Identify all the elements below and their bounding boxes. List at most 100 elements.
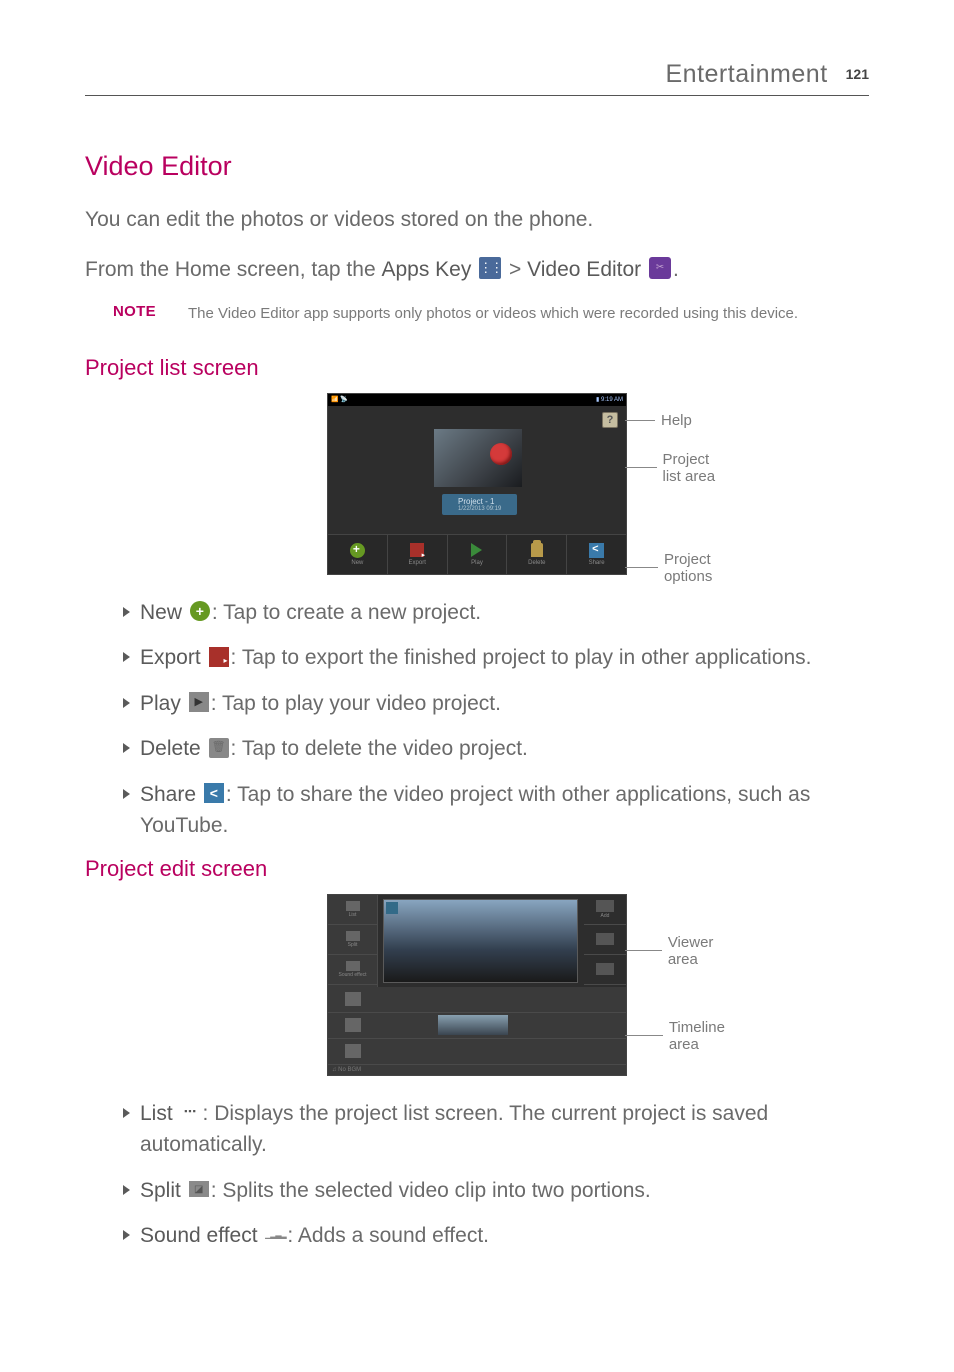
timeline-area: ♫ No BGM [328, 987, 626, 1075]
toolbar-share-label: Share [589, 560, 605, 566]
project-list-diagram: 📶 📡 ▮ 9:19 AM ? Project - 1 1/22/2013 09… [85, 393, 869, 575]
bullet-export-lead: Export [140, 646, 201, 669]
bullet-marker-icon [123, 743, 130, 753]
rside-add[interactable]: Add [584, 895, 626, 925]
timeline-track-icon [345, 1018, 361, 1032]
bullet-export-body: : Tap to export the finished project to … [231, 646, 812, 669]
split-icon [189, 1181, 209, 1197]
bullet-new: New : Tap to create a new project. [123, 597, 869, 629]
toolbar-new-label: New [351, 560, 363, 566]
new-icon [190, 601, 210, 621]
toolbar-export-label: Export [409, 560, 426, 566]
share-icon [204, 783, 224, 803]
bullet-marker-icon [123, 607, 130, 617]
delete-icon [209, 738, 229, 758]
toolbar-play-label: Play [471, 560, 483, 566]
bullet-list-body: : Displays the project list screen. The … [140, 1102, 768, 1157]
bullet-export: Export : Tap to export the finished proj… [123, 642, 869, 674]
bullet-marker-icon [123, 1185, 130, 1195]
sound-icon [265, 1227, 285, 1243]
timeline-row[interactable] [328, 987, 626, 1013]
rside-add-label: Add [601, 913, 610, 919]
toolbar-new[interactable]: New [328, 535, 388, 574]
bullet-marker-icon [123, 652, 130, 662]
export-icon [410, 543, 424, 557]
bullet-split-body: : Splits the selected video clip into tw… [211, 1179, 651, 1202]
project-edit-screenshot: List Split Sound effect Add ♫ No BGM [327, 894, 627, 1076]
project-date: 1/22/2013 09:19 [458, 506, 501, 512]
project-name: Project - 1 [458, 497, 494, 506]
timeline-clip[interactable] [438, 1015, 508, 1035]
page-number: 121 [846, 66, 869, 82]
toolbar-delete[interactable]: Delete [507, 535, 567, 574]
bullet-new-lead: New [140, 601, 182, 624]
rside-item2[interactable] [584, 925, 626, 955]
side-list[interactable]: List [328, 895, 377, 925]
project-edit-bullets: List : Displays the project list screen.… [85, 1098, 869, 1252]
bullet-sound: Sound effect : Adds a sound effect. [123, 1220, 869, 1252]
help-button[interactable]: ? [602, 412, 618, 428]
note-body: The Video Editor app supports only photo… [188, 303, 798, 325]
section-title: Entertainment [666, 60, 828, 89]
timeline-row[interactable] [328, 1013, 626, 1039]
bullet-delete-lead: Delete [140, 737, 201, 760]
status-right: ▮ 9:19 AM [596, 396, 623, 403]
bullet-list-lead: List [140, 1102, 173, 1125]
project-thumbnail[interactable] [434, 429, 522, 487]
bullet-play: Play : Tap to play your video project. [123, 688, 869, 720]
bullet-list: List : Displays the project list screen.… [123, 1098, 869, 1161]
callout-timeline-label: Timeline area [669, 1019, 737, 1053]
toolbar-play[interactable]: Play [448, 535, 508, 574]
section-heading-project-edit: Project edit screen [85, 856, 869, 882]
status-bar: 📶 📡 ▮ 9:19 AM [328, 394, 626, 406]
project-toolbar: New Export Play Delete Share [328, 534, 626, 574]
side-sound-label: Sound effect [339, 972, 367, 978]
project-edit-diagram: List Split Sound effect Add ♫ No BGM V [85, 894, 869, 1076]
callout-options-label: Project options [664, 551, 729, 585]
side-split-label: Split [348, 942, 358, 948]
delete-icon [531, 543, 543, 557]
list-icon [181, 1105, 201, 1119]
bullet-marker-icon [123, 698, 130, 708]
callout-help: Help [625, 412, 692, 429]
sound-icon [346, 961, 360, 971]
callout-list-area: Project list area [625, 451, 728, 485]
timeline-track-icon [345, 1044, 361, 1058]
intro-text: You can edit the photos or videos stored… [85, 204, 869, 236]
callout-help-label: Help [661, 412, 692, 429]
callout-viewer: Viewer area [625, 934, 727, 968]
project-list-screenshot: 📶 📡 ▮ 9:19 AM ? Project - 1 1/22/2013 09… [327, 393, 627, 575]
bgm-label: ♫ No BGM [332, 1067, 361, 1073]
bullet-share-lead: Share [140, 783, 196, 806]
timeline-row[interactable] [328, 1039, 626, 1065]
apps-key-label: Apps Key [381, 258, 471, 281]
new-icon [350, 543, 365, 558]
bullet-share: Share : Tap to share the video project w… [123, 779, 869, 842]
list-icon [346, 901, 360, 911]
bullet-share-body: : Tap to share the video project with ot… [140, 783, 810, 838]
navigation-instruction: From the Home screen, tap the Apps Key >… [85, 254, 869, 286]
side-split[interactable]: Split [328, 925, 377, 955]
generic-icon [596, 963, 614, 975]
bullet-play-body: : Tap to play your video project. [211, 692, 501, 715]
rside-item3[interactable] [584, 955, 626, 985]
bullet-marker-icon [123, 789, 130, 799]
section-heading-project-list: Project list screen [85, 355, 869, 381]
callout-viewer-label: Viewer area [668, 934, 727, 968]
project-list-bullets: New : Tap to create a new project. Expor… [85, 597, 869, 842]
project-label: Project - 1 1/22/2013 09:19 [442, 494, 517, 515]
bullet-marker-icon [123, 1230, 130, 1240]
export-icon [209, 647, 229, 667]
video-editor-label: Video Editor [527, 258, 641, 281]
nav-prefix: From the Home screen, tap the [85, 258, 381, 281]
generic-icon [596, 933, 614, 945]
bullet-delete: Delete : Tap to delete the video project… [123, 733, 869, 765]
play-icon [471, 543, 482, 557]
toolbar-share[interactable]: Share [567, 535, 626, 574]
share-icon [589, 543, 604, 558]
timeline-track-icon [345, 992, 361, 1006]
toolbar-export[interactable]: Export [388, 535, 448, 574]
add-icon [596, 900, 614, 912]
side-sound[interactable]: Sound effect [328, 955, 377, 985]
bullet-split: Split : Splits the selected video clip i… [123, 1175, 869, 1207]
